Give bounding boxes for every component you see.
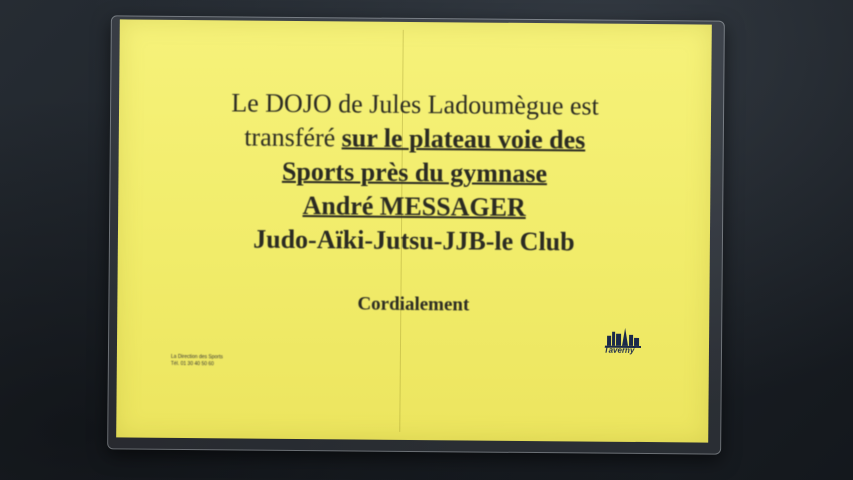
notice-line-2-bold: sur le plateau voie des [341, 123, 586, 155]
notice-line-2-plain: transféré [244, 122, 342, 153]
notice-line-1: Le DOJO de Jules Ladoumègue est [231, 88, 599, 121]
notice-text: Le DOJO de Jules Ladoumègue est transfér… [118, 85, 711, 260]
logo-text: Taverny [603, 345, 635, 355]
closing-text: Cordialement [357, 293, 470, 316]
notice-line-5: Judo-Aïki-Jutsu-JJB-le Club [253, 224, 575, 257]
notice-line-4: André MESSAGER [302, 191, 526, 222]
footer-line-2: Tél. 01 30 40 50 60 [170, 360, 214, 368]
footer-text: La Direction des Sports Tél. 01 30 40 50… [171, 354, 223, 368]
yellow-notice-sheet: Le DOJO de Jules Ladoumègue est transfér… [116, 19, 712, 443]
notice-line-3: Sports près du gymnase [281, 156, 548, 189]
notice-line-2: transféré sur le plateau voie des [119, 119, 711, 158]
